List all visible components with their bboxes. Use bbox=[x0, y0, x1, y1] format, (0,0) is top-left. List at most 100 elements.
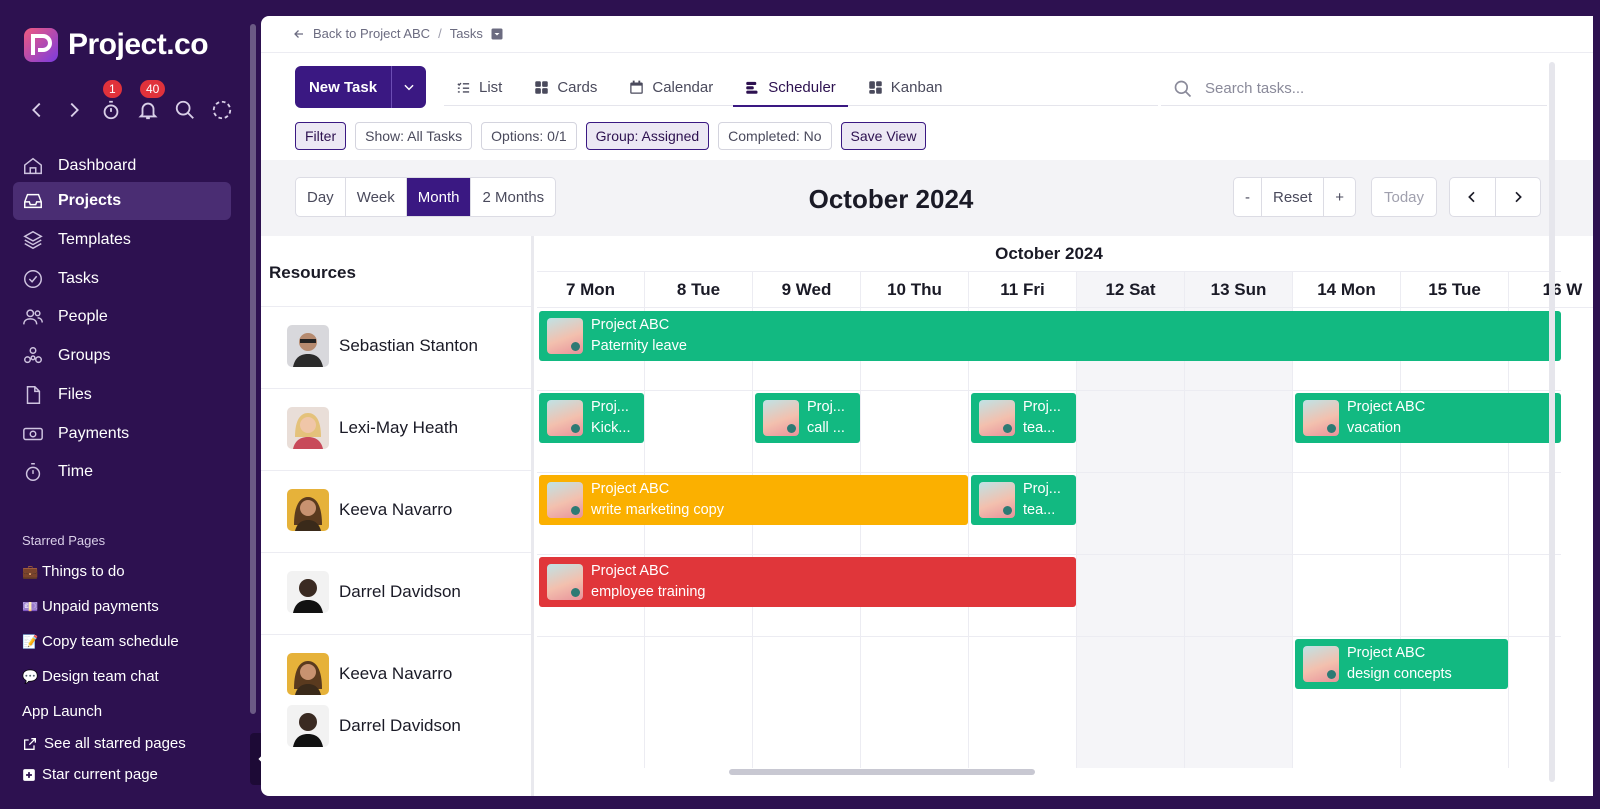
task-event[interactable]: Proj... tea... bbox=[971, 475, 1076, 525]
tab-calendar[interactable]: Calendar bbox=[617, 68, 725, 106]
resource-name: Keeva Navarro bbox=[339, 500, 453, 519]
day-column[interactable] bbox=[753, 308, 861, 768]
search-button[interactable] bbox=[166, 96, 203, 124]
star-current-page-link[interactable]: Star current page bbox=[22, 766, 158, 783]
breadcrumb-current[interactable]: Tasks bbox=[450, 26, 483, 41]
task-event[interactable]: Proj... Kick... bbox=[539, 393, 644, 443]
sidebar-item-label: Time bbox=[58, 463, 93, 480]
tab-scheduler[interactable]: Scheduler bbox=[733, 68, 848, 107]
sidebar-item-templates[interactable]: Templates bbox=[13, 221, 231, 259]
loading-button[interactable] bbox=[203, 96, 240, 124]
search-icon bbox=[1174, 80, 1192, 97]
resource-name: Darrel Davidson bbox=[339, 716, 461, 735]
chevron-right-icon bbox=[70, 102, 79, 118]
starred-item-design-team-chat[interactable]: 💬 Design team chat bbox=[22, 668, 159, 685]
search-input[interactable]: Search tasks... bbox=[1205, 80, 1304, 97]
event-project: Project ABC bbox=[591, 317, 670, 333]
filter-button[interactable]: Filter bbox=[295, 122, 347, 150]
day-column[interactable] bbox=[861, 308, 969, 768]
avatar bbox=[287, 489, 329, 531]
layers-icon bbox=[23, 230, 43, 250]
app-logo[interactable]: Project.co bbox=[22, 26, 209, 64]
day-header: 9 Wed bbox=[753, 272, 861, 308]
sidebar-item-projects[interactable]: Projects bbox=[13, 182, 231, 220]
horizontal-scrollbar[interactable] bbox=[729, 769, 1035, 775]
search-tasks[interactable]: Search tasks... bbox=[1161, 72, 1547, 106]
see-all-starred-link[interactable]: See all starred pages bbox=[22, 735, 186, 752]
task-event[interactable]: Proj... tea... bbox=[971, 393, 1076, 443]
list-icon bbox=[457, 82, 470, 93]
show-filter-chip[interactable]: Show: All Tasks bbox=[355, 122, 473, 150]
event-title: tea... bbox=[1023, 420, 1056, 436]
breadcrumb-divider bbox=[261, 52, 1593, 53]
resource-person[interactable]: Keeva Navarro bbox=[287, 489, 452, 531]
vertical-scrollbar[interactable] bbox=[1549, 62, 1555, 782]
sidebar-item-groups[interactable]: Groups bbox=[13, 337, 231, 375]
resource-person[interactable]: Lexi-May Heath bbox=[287, 407, 458, 449]
breadcrumb-back-link[interactable]: Back to Project ABC bbox=[313, 26, 430, 41]
task-event[interactable]: Proj... call ... bbox=[755, 393, 860, 443]
day-column[interactable] bbox=[1077, 308, 1185, 768]
avatar bbox=[287, 571, 329, 613]
day-column[interactable] bbox=[1401, 308, 1509, 768]
tab-cards[interactable]: Cards bbox=[522, 68, 609, 106]
new-task-dropdown[interactable] bbox=[391, 66, 426, 108]
starred-item-label: Design team chat bbox=[42, 668, 159, 685]
sidebar-item-label: Files bbox=[58, 386, 92, 403]
task-event[interactable]: Project ABC employee training bbox=[539, 557, 1076, 607]
group-chip[interactable]: Group: Assigned bbox=[585, 122, 710, 150]
task-event[interactable]: Project ABC write marketing copy bbox=[539, 475, 968, 525]
starred-pages-title: Starred Pages bbox=[22, 533, 106, 548]
save-view-button[interactable]: Save View bbox=[840, 122, 927, 150]
sidebar-item-time[interactable]: Time bbox=[13, 453, 231, 491]
sidebar-scrollbar[interactable] bbox=[250, 24, 256, 714]
next-period-button[interactable] bbox=[1496, 178, 1541, 216]
day-column[interactable] bbox=[969, 308, 1077, 768]
day-column[interactable] bbox=[1185, 308, 1293, 768]
resource-row: Lexi-May Heath bbox=[261, 388, 531, 470]
starred-item-unpaid-payments[interactable]: 💷 Unpaid payments bbox=[22, 598, 159, 615]
sidebar-item-tasks[interactable]: Tasks bbox=[13, 260, 231, 298]
day-column[interactable] bbox=[1293, 308, 1401, 768]
resource-person[interactable]: Darrel Davidson bbox=[287, 571, 461, 613]
new-task-button[interactable]: New Task bbox=[295, 66, 391, 108]
task-event[interactable]: Project ABC vacation bbox=[1295, 393, 1561, 443]
timer-button[interactable]: 1 bbox=[92, 80, 129, 124]
see-all-label: See all starred pages bbox=[44, 735, 186, 752]
event-title: design concepts bbox=[1347, 666, 1452, 682]
day-header: 12 Sat bbox=[1077, 272, 1185, 308]
resource-person[interactable]: Darrel Davidson bbox=[287, 705, 461, 747]
completed-chip[interactable]: Completed: No bbox=[718, 122, 832, 150]
day-column[interactable] bbox=[537, 308, 645, 768]
zoom-in-button[interactable]: + bbox=[1324, 178, 1355, 216]
today-button[interactable]: Today bbox=[1371, 177, 1437, 217]
breadcrumb: Back to Project ABC / Tasks bbox=[293, 26, 503, 41]
starred-item-label: Copy team schedule bbox=[42, 633, 179, 650]
sidebar-item-people[interactable]: People bbox=[13, 298, 231, 336]
starred-item-app-launch[interactable]: App Launch bbox=[22, 703, 102, 720]
task-event[interactable]: Project ABC design concepts bbox=[1295, 639, 1508, 689]
sidebar-item-payments[interactable]: Payments bbox=[13, 415, 231, 453]
sidebar-item-files[interactable]: Files bbox=[13, 376, 231, 414]
sidebar-item-dashboard[interactable]: Dashboard bbox=[13, 147, 231, 185]
tab-list[interactable]: List bbox=[444, 68, 514, 106]
tab-kanban[interactable]: Kanban bbox=[856, 68, 955, 106]
resource-person[interactable]: Keeva Navarro bbox=[287, 653, 452, 695]
task-event[interactable]: Project ABC Paternity leave bbox=[539, 311, 1561, 361]
starred-item-copy-team-schedule[interactable]: 📝 Copy team schedule bbox=[22, 633, 179, 650]
day-column[interactable] bbox=[645, 308, 753, 768]
zoom-out-button[interactable]: - bbox=[1234, 178, 1262, 216]
zoom-reset-button[interactable]: Reset bbox=[1262, 178, 1325, 216]
notifications-button[interactable]: 40 bbox=[129, 80, 166, 124]
dropdown-icon[interactable] bbox=[491, 28, 503, 40]
payments-icon bbox=[23, 427, 43, 441]
brand-name: Project.co bbox=[68, 28, 209, 61]
back-button[interactable] bbox=[18, 96, 55, 124]
bell-icon bbox=[137, 102, 158, 120]
forward-button[interactable] bbox=[55, 96, 92, 124]
starred-item-things-to-do[interactable]: 💼 Things to do bbox=[22, 563, 125, 580]
briefcase-icon: 💼 bbox=[22, 563, 39, 579]
previous-period-button[interactable] bbox=[1450, 178, 1496, 216]
options-chip[interactable]: Options: 0/1 bbox=[481, 122, 577, 150]
resource-person[interactable]: Sebastian Stanton bbox=[287, 325, 478, 367]
